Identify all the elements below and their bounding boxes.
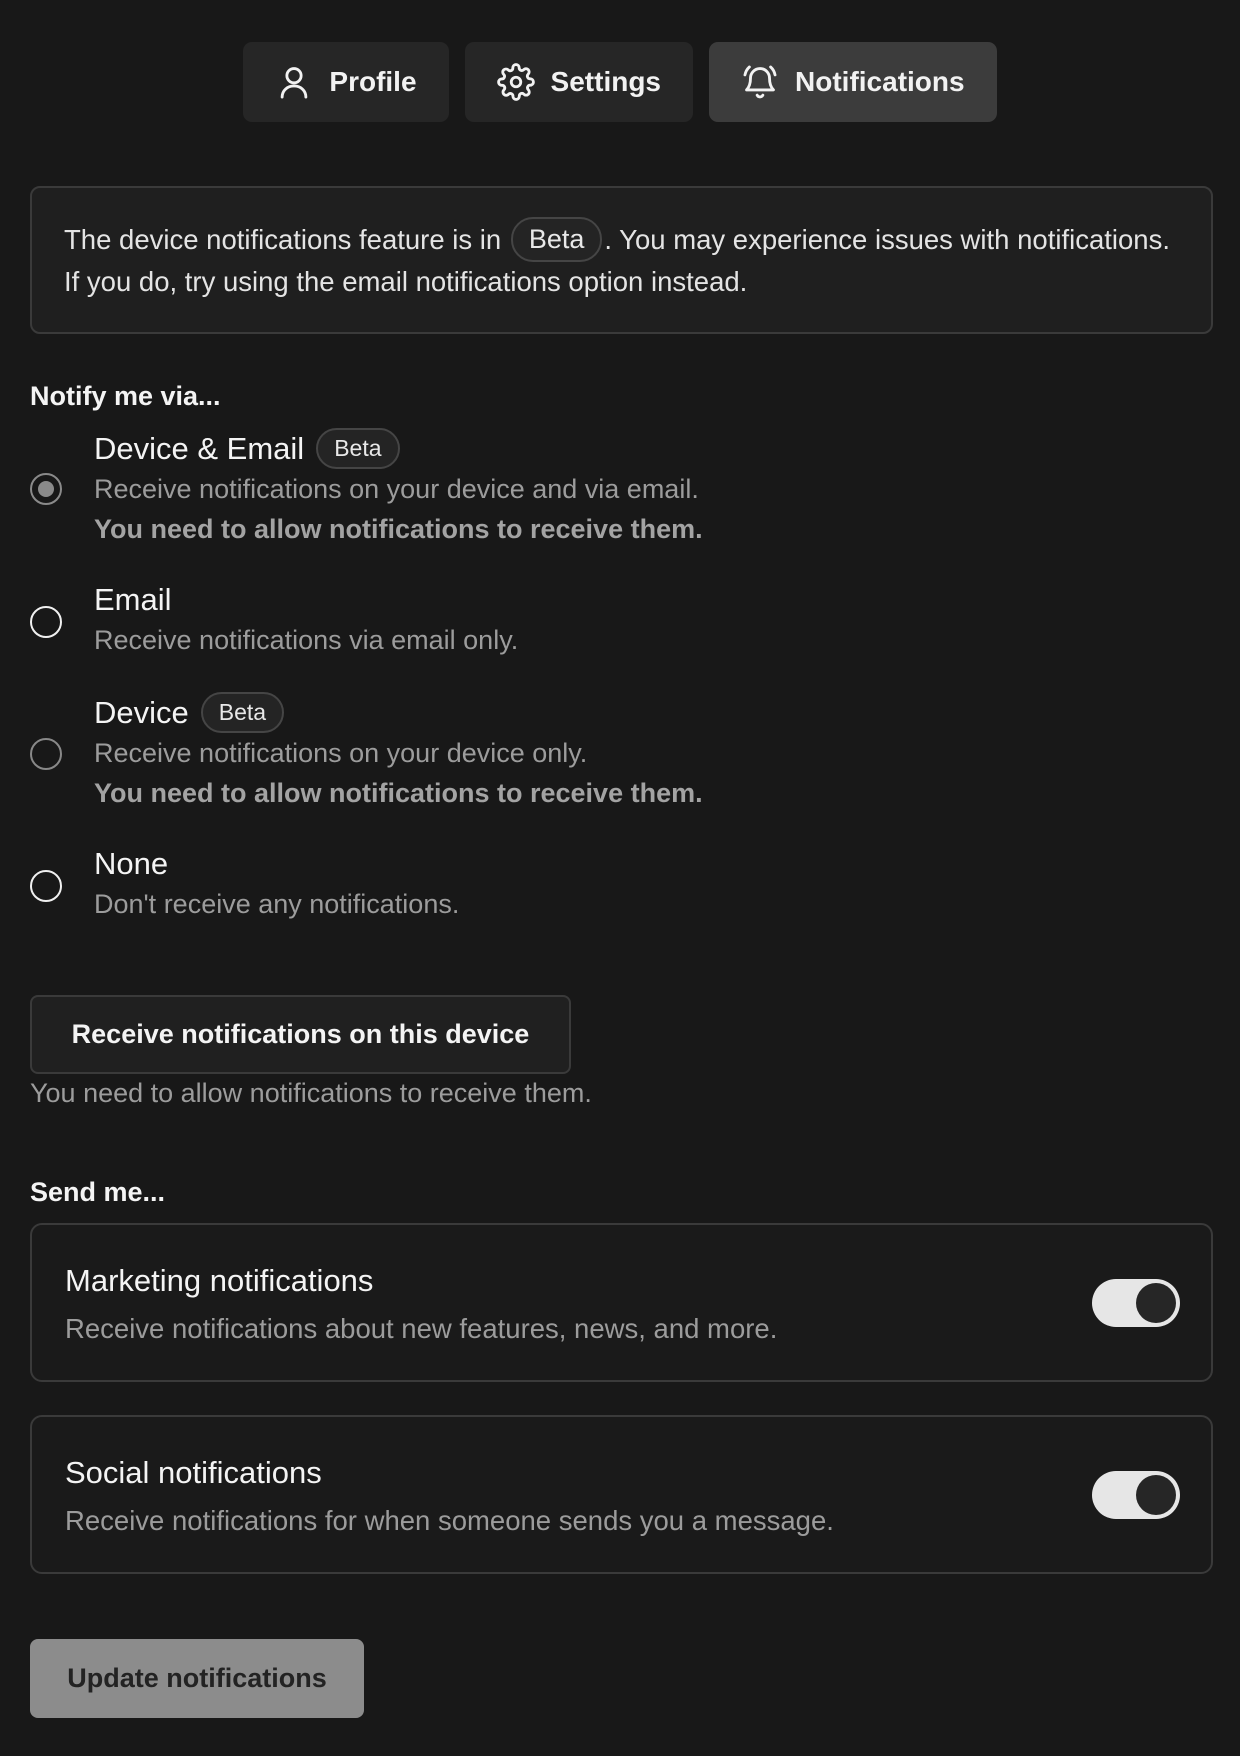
beta-badge: Beta [316, 428, 400, 469]
bell-icon [741, 63, 779, 101]
marketing-notifications-card: Marketing notifications Receive notifica… [30, 1223, 1213, 1382]
tab-settings-label: Settings [550, 66, 662, 97]
radio-option-title: Device & Email Beta [94, 428, 703, 469]
radio-button[interactable] [30, 870, 62, 902]
option-title-text: Email [94, 582, 172, 617]
tab-notifications[interactable]: Notifications [709, 42, 997, 122]
card-description: Receive notifications about new features… [65, 1313, 778, 1344]
alert-text-before: The device notifications feature is in [64, 224, 509, 255]
marketing-toggle[interactable] [1092, 1279, 1180, 1327]
radio-none[interactable]: None Don't receive any notifications. [30, 844, 1030, 928]
radio-option-title: Device Beta [94, 692, 703, 733]
notify-section-label: Notify me via... [30, 381, 221, 411]
radio-option-title: None [94, 844, 459, 884]
radio-device-and-email[interactable]: Device & Email Beta Receive notification… [30, 428, 1030, 552]
radio-email[interactable]: Email Receive notifications via email on… [30, 580, 1030, 664]
option-description: Receive notifications via email only. [94, 625, 519, 655]
option-title-text: Device [94, 694, 189, 730]
tab-bar: Profile Settings Notifications [0, 42, 1240, 122]
radio-option-text: None Don't receive any notifications. [94, 844, 459, 924]
radio-button-checked[interactable] [30, 473, 62, 505]
radio-option-text: Email Receive notifications via email on… [94, 580, 518, 660]
radio-button[interactable] [30, 738, 62, 770]
receive-on-device-button[interactable]: Receive notifications on this device [30, 995, 571, 1074]
tab-profile-label: Profile [329, 66, 417, 97]
radio-option-text: Device & Email Beta Receive notification… [94, 428, 703, 549]
device-help-text: You need to allow notifications to recei… [30, 1078, 592, 1108]
beta-alert: The device notifications feature is in B… [30, 186, 1213, 334]
beta-badge: Beta [510, 217, 603, 263]
beta-badge: Beta [200, 692, 285, 733]
option-note: You need to allow notifications to recei… [94, 778, 703, 808]
card-title: Marketing notifications [65, 1263, 374, 1298]
toggle-knob [1136, 1475, 1176, 1515]
radio-option-text: Device Beta Receive notifications on you… [94, 692, 703, 813]
option-title-text: Device & Email [94, 430, 305, 466]
card-title: Social notifications [65, 1455, 322, 1490]
option-title-text: None [94, 846, 169, 881]
notifications-page: Profile Settings Notifications The devic… [0, 0, 1240, 1756]
card-description: Receive notifications for when someone s… [65, 1505, 834, 1536]
social-toggle[interactable] [1092, 1471, 1180, 1519]
tab-notifications-label: Notifications [795, 66, 965, 97]
tab-settings[interactable]: Settings [464, 42, 694, 122]
social-notifications-card: Social notifications Receive notificatio… [30, 1415, 1213, 1574]
send-section-label: Send me... [30, 1177, 166, 1207]
option-description: Receive notifications on your device onl… [94, 738, 588, 768]
tab-profile[interactable]: Profile [243, 42, 449, 122]
radio-option-title: Email [94, 580, 518, 620]
radio-button[interactable] [30, 606, 62, 638]
toggle-knob [1136, 1283, 1176, 1323]
option-description: Receive notifications on your device and… [94, 474, 699, 504]
option-description: Don't receive any notifications. [94, 889, 460, 919]
radio-device[interactable]: Device Beta Receive notifications on you… [30, 692, 1030, 816]
option-note: You need to allow notifications to recei… [94, 514, 703, 544]
user-icon [275, 63, 313, 101]
update-notifications-button[interactable]: Update notifications [30, 1639, 364, 1718]
gear-icon [496, 63, 535, 101]
